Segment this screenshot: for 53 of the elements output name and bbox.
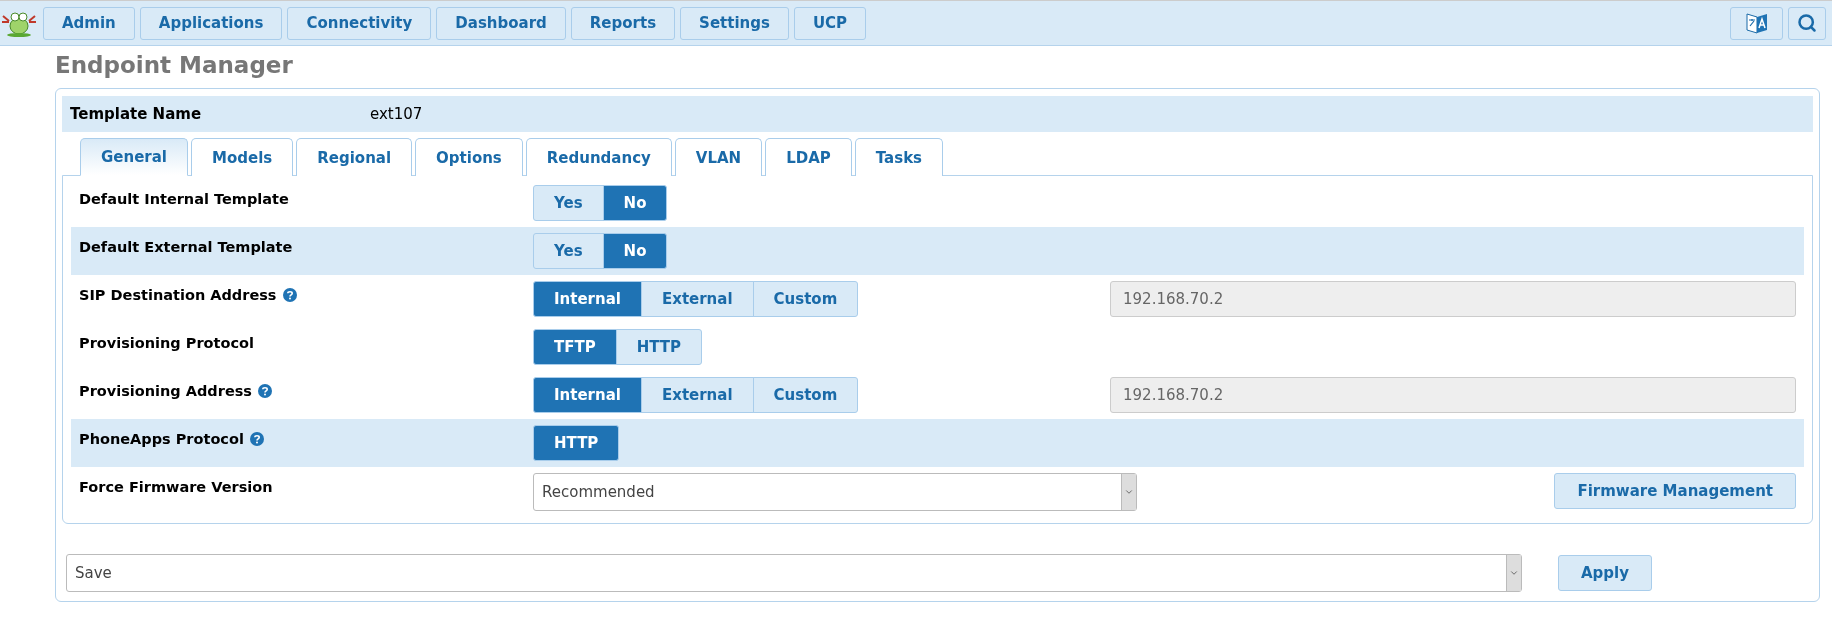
toggle-option[interactable]: HTTP bbox=[615, 329, 703, 365]
tab[interactable]: Tasks bbox=[854, 138, 944, 176]
toggle-option[interactable]: Yes bbox=[533, 185, 604, 221]
toggle-option[interactable]: External bbox=[640, 281, 754, 317]
nav-button[interactable]: UCP bbox=[793, 6, 867, 40]
template-name-label: Template Name bbox=[70, 105, 203, 123]
apply-button[interactable]: Apply bbox=[1558, 555, 1652, 591]
caret-icon bbox=[1124, 487, 1134, 497]
action-select[interactable]: Save bbox=[66, 554, 1522, 592]
firmware-select[interactable]: Recommended bbox=[533, 473, 1137, 511]
toggle-option[interactable]: Custom bbox=[752, 281, 859, 317]
help-icon[interactable] bbox=[258, 384, 272, 398]
field-label: Default External Template bbox=[79, 239, 293, 255]
toggle-option[interactable]: TFTP bbox=[533, 329, 617, 365]
nav-button[interactable]: Admin bbox=[43, 6, 135, 40]
tab[interactable]: Redundancy bbox=[525, 138, 672, 176]
toggle-option[interactable]: Yes bbox=[533, 233, 604, 269]
toggle-option[interactable]: External bbox=[640, 377, 754, 413]
toggle-option[interactable]: Internal bbox=[533, 281, 642, 317]
help-icon[interactable] bbox=[249, 432, 264, 446]
toggle-option[interactable]: HTTP bbox=[533, 425, 620, 461]
toggle-option[interactable]: No bbox=[602, 185, 668, 221]
page-title: Endpoint Manager bbox=[55, 52, 293, 78]
address-field[interactable]: 192.168.70.2 bbox=[1110, 377, 1796, 413]
tab[interactable]: General bbox=[80, 138, 188, 176]
field-label: Provisioning Protocol bbox=[79, 335, 254, 351]
nav-button[interactable]: Settings bbox=[680, 6, 789, 40]
translate-button[interactable] bbox=[1730, 6, 1783, 40]
tab[interactable]: LDAP bbox=[765, 138, 852, 176]
field-label: Force Firmware Version bbox=[79, 479, 273, 495]
nav-button[interactable]: Applications bbox=[139, 6, 283, 40]
help-icon[interactable] bbox=[282, 288, 297, 302]
nav-button[interactable]: Connectivity bbox=[287, 6, 432, 40]
caret-icon bbox=[1509, 568, 1519, 578]
tab[interactable]: Models bbox=[191, 138, 294, 176]
address-field[interactable]: 192.168.70.2 bbox=[1110, 281, 1796, 317]
search-button[interactable] bbox=[1788, 6, 1826, 40]
toggle-option[interactable]: Custom bbox=[752, 377, 859, 413]
firmware-management-button[interactable]: Firmware Management bbox=[1554, 473, 1796, 509]
toggle-option[interactable]: Internal bbox=[533, 377, 642, 413]
field-label: PhoneApps Protocol bbox=[79, 431, 244, 447]
nav-button[interactable]: Dashboard bbox=[436, 6, 566, 40]
field-label: Provisioning Address bbox=[79, 383, 252, 399]
tab[interactable]: VLAN bbox=[674, 138, 763, 176]
template-name-value: ext107 bbox=[370, 105, 423, 123]
translate-icon bbox=[1744, 11, 1769, 35]
tab[interactable]: Regional bbox=[296, 138, 413, 176]
field-label: SIP Destination Address bbox=[79, 287, 277, 303]
tab[interactable]: Options bbox=[415, 138, 523, 176]
nav-button[interactable]: Reports bbox=[570, 6, 676, 40]
field-label: Default Internal Template bbox=[79, 191, 289, 207]
search-icon bbox=[1797, 13, 1817, 33]
toggle-option[interactable]: No bbox=[602, 233, 668, 269]
